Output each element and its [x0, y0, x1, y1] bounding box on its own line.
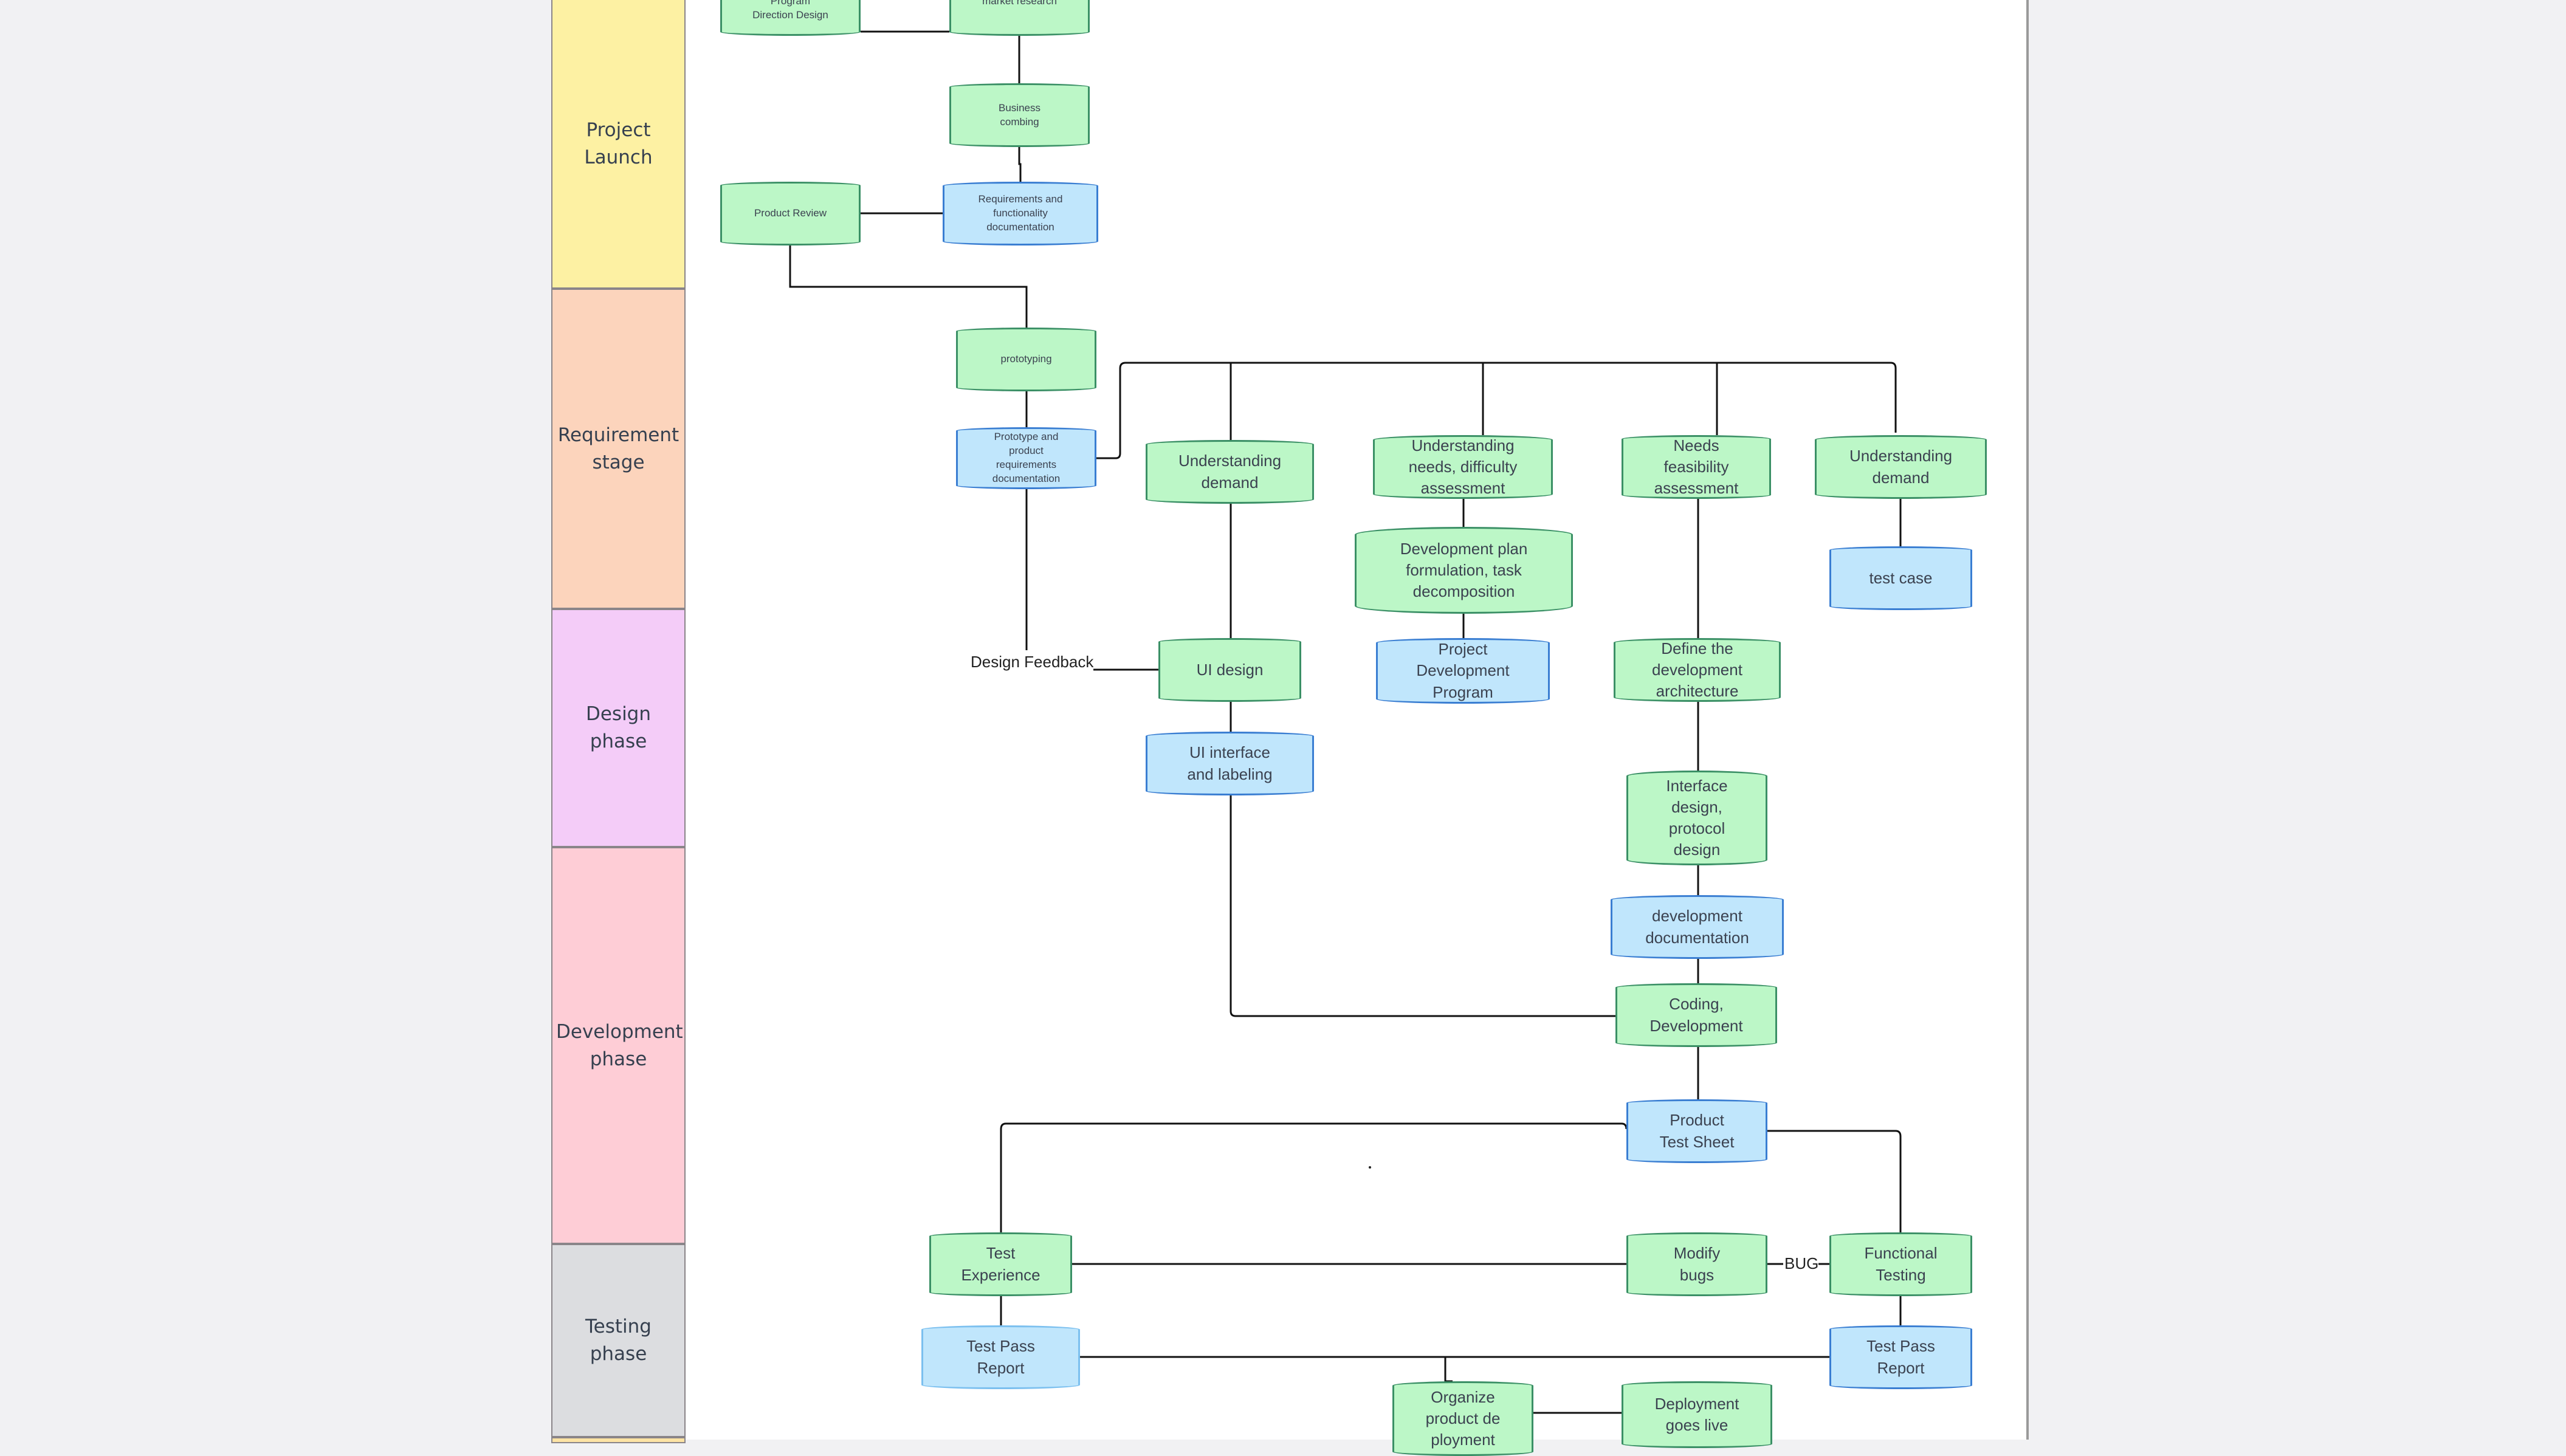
node-prototyping[interactable]: prototyping [956, 328, 1096, 391]
node-label: Prototype and product requirements docum… [992, 431, 1061, 484]
node-development-plan[interactable]: Development plan formulation, task decom… [1355, 527, 1573, 614]
node-requirements-functionality-doc[interactable]: Requirements and functionality documenta… [943, 182, 1098, 246]
node-test-experience[interactable]: Test Experience [929, 1232, 1072, 1296]
node-modify-bugs[interactable]: Modify bugs [1626, 1232, 1767, 1296]
node-label: Coding, Development [1649, 995, 1743, 1035]
node-label: Modify bugs [1673, 1244, 1721, 1284]
node-label: Development plan formulation, task decom… [1400, 539, 1528, 601]
node-label: test case [1869, 568, 1933, 587]
node-label: Define the development architecture [1652, 639, 1742, 701]
node-test-pass-report-left[interactable]: Test Pass Report [921, 1325, 1080, 1389]
edge-label-bug: BUG [1784, 1254, 1819, 1273]
lane-design-phase[interactable]: Design phase [551, 609, 686, 847]
node-product-review[interactable]: Product Review [720, 182, 861, 246]
node-understanding-demand-1[interactable]: Understanding demand [1146, 440, 1314, 504]
node-needs-feasibility[interactable]: Needs feasibility assessment [1622, 435, 1771, 499]
node-label: Product Review [754, 207, 827, 219]
node-planning[interactable]: Planning| Program Direction Design [720, 0, 861, 36]
lane-requirement-stage[interactable]: Requirement stage [551, 289, 686, 609]
node-label: Understanding demand [1178, 452, 1282, 492]
node-label: Functional Testing [1864, 1244, 1938, 1284]
node-label: UI interface and labeling [1187, 743, 1273, 783]
lane-label: Project Launch [584, 118, 653, 168]
node-label: Project Development Program [1416, 640, 1510, 701]
lane-next-phase[interactable] [551, 1437, 686, 1443]
node-label: Test Pass Report [966, 1337, 1035, 1377]
node-label: Requirements and functionality documenta… [978, 193, 1063, 233]
node-label: Interface design, protocol design [1666, 776, 1728, 859]
node-deployment-goes-live[interactable]: Deployment goes live [1622, 1381, 1772, 1448]
node-product-test-sheet[interactable]: Product Test Sheet [1626, 1099, 1767, 1163]
edge-label-design-feedback: Design Feedback [971, 653, 1094, 671]
node-label: Test Experience [961, 1244, 1041, 1284]
node-test-case[interactable]: test case [1829, 546, 1972, 610]
node-understanding-demand-2[interactable]: Understanding demand [1815, 435, 1987, 499]
node-label: Needs feasibility assessment [1654, 436, 1739, 498]
node-label: Test Pass Report [1866, 1337, 1935, 1377]
lane-project-launch[interactable]: Project Launch [551, 0, 686, 289]
node-interface-protocol-design[interactable]: Interface design, protocol design [1626, 771, 1767, 865]
node-project-development-program[interactable]: Project Development Program [1376, 638, 1550, 704]
node-label: Understanding demand [1849, 447, 1953, 487]
node-business-combing[interactable]: Business combing [949, 83, 1090, 147]
node-label: Understanding needs, difficulty assessme… [1408, 436, 1518, 498]
node-define-dev-architecture[interactable]: Define the development architecture [1614, 638, 1781, 702]
lane-label: Development phase [556, 1020, 683, 1070]
node-label: development documentation [1645, 907, 1749, 947]
node-label: Planning| Program Direction Design [752, 0, 828, 21]
node-label: Organize product de ployment [1425, 1387, 1501, 1449]
node-label: Product Test Sheet [1659, 1111, 1735, 1151]
lane-label: Testing phase [585, 1316, 652, 1365]
lane-testing-phase[interactable]: Testing phase [551, 1244, 686, 1437]
node-development-documentation[interactable]: development documentation [1611, 895, 1784, 959]
node-label: UI design [1196, 660, 1264, 679]
node-test-pass-report-right[interactable]: Test Pass Report [1829, 1325, 1972, 1389]
node-label: Deployment goes live [1654, 1394, 1739, 1434]
node-ui-design[interactable]: UI design [1158, 638, 1301, 702]
lane-label: Requirement stage [557, 424, 679, 473]
node-label: prototyping [1000, 353, 1052, 365]
node-ui-interface-labeling[interactable]: UI interface and labeling [1146, 732, 1314, 795]
node-functional-testing[interactable]: Functional Testing [1829, 1232, 1972, 1296]
lane-development-phase[interactable]: Development phase [551, 847, 686, 1244]
node-understanding-needs-difficulty[interactable]: Understanding needs, difficulty assessme… [1373, 435, 1553, 499]
node-market-research[interactable]: market research [949, 0, 1090, 36]
node-label: market research [982, 0, 1057, 7]
node-label: Business combing [999, 101, 1041, 128]
node-prototype-requirements-doc[interactable]: Prototype and product requirements docum… [956, 427, 1096, 489]
node-coding-development[interactable]: Coding, Development [1615, 983, 1777, 1047]
node-organize-deployment[interactable]: Organize product de ployment [1392, 1381, 1533, 1456]
lane-label: Design phase [585, 703, 652, 752]
